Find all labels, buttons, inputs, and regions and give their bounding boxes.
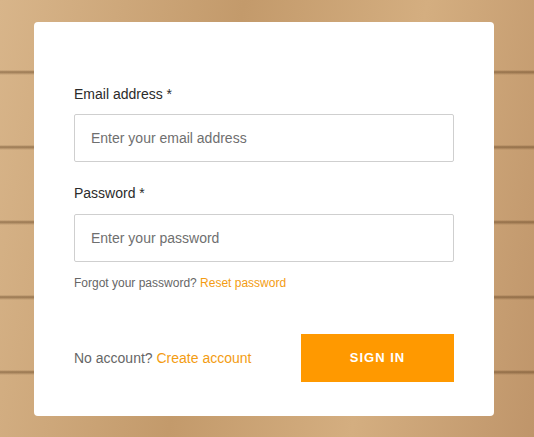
forgot-text: Forgot your password?	[74, 276, 197, 290]
field-label: Email address *	[74, 84, 454, 104]
login-form: Email address * Password * Forgot your pas…	[74, 84, 454, 382]
field-label: Password *	[74, 183, 454, 203]
sign-in-button[interactable]: SIGN IN	[301, 334, 454, 382]
bottom-row: No account? Create account SIGN IN	[74, 334, 454, 382]
password-input[interactable]	[74, 214, 454, 262]
reset-password-link[interactable]: Reset password	[200, 276, 286, 290]
email-input[interactable]	[74, 114, 454, 162]
background-photo: Email address * Password * Forgot your pas…	[0, 0, 534, 437]
login-card: Email address * Password * Forgot your pas…	[34, 22, 494, 416]
signup-text: No account?	[74, 350, 153, 366]
signup-row: No account? Create account	[74, 348, 251, 368]
create-account-link[interactable]: Create account	[157, 350, 252, 366]
forgot-password-row: Forgot your password? Reset password	[74, 274, 454, 292]
